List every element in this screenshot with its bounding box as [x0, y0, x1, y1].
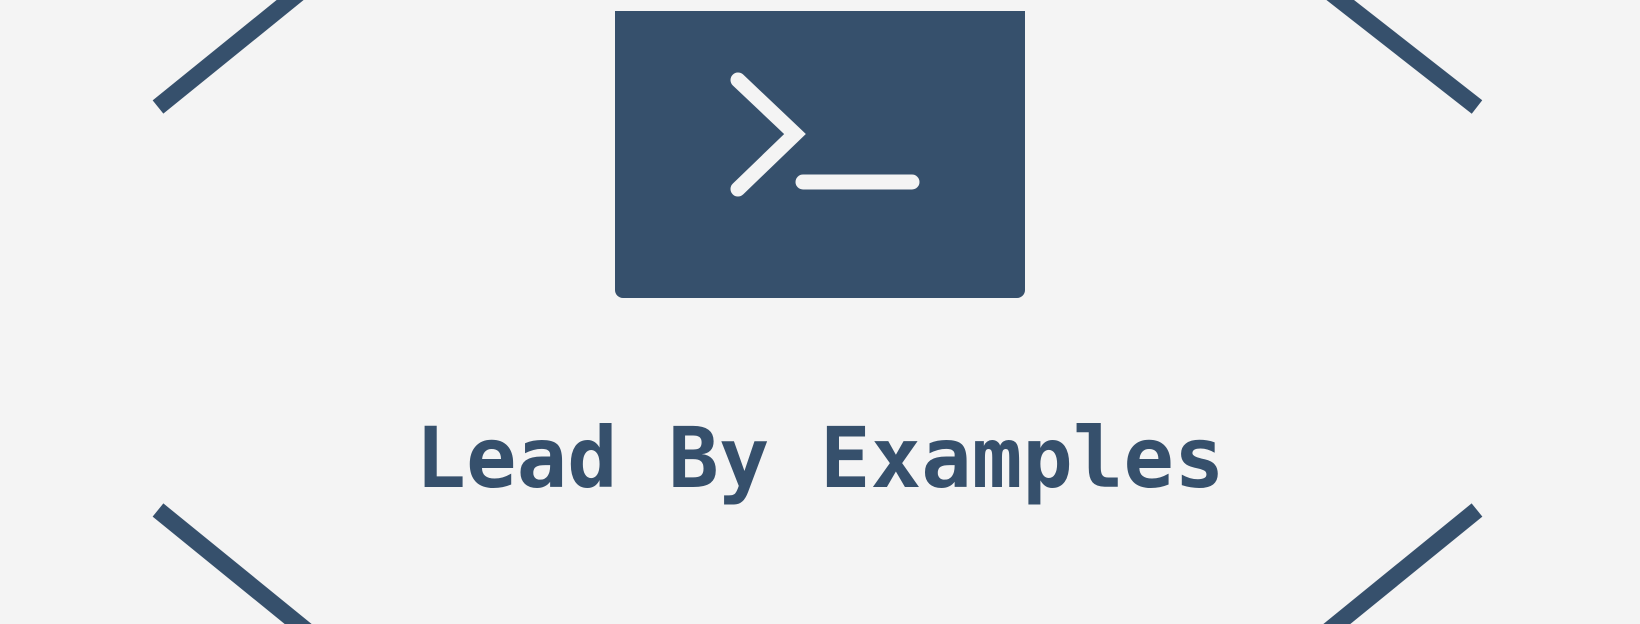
- terminal-prompt-icon: [730, 72, 920, 197]
- top-left-line: [152, 0, 304, 114]
- chevron-right-icon: [730, 72, 806, 197]
- bottom-right-line: [1323, 503, 1483, 624]
- tagline: Lead By Examples: [415, 409, 1225, 507]
- terminal-icon: [615, 11, 1025, 298]
- top-right-line: [1326, 0, 1483, 114]
- bottom-left-line: [152, 503, 312, 624]
